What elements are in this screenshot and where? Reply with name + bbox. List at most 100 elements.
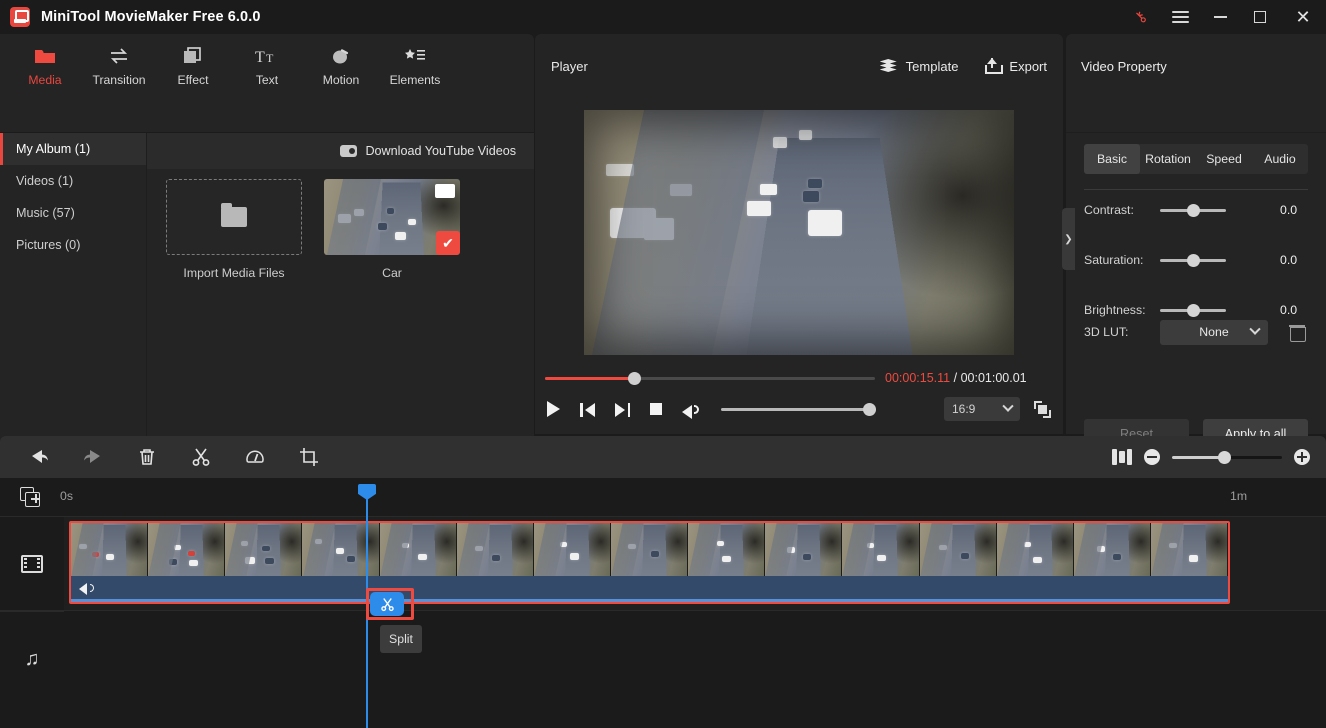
nav-item-text[interactable]: TT Text [230, 37, 304, 95]
nav-item-elements[interactable]: Elements [378, 37, 452, 95]
sidebar-item-videos[interactable]: Videos (1) [0, 165, 146, 197]
sidebar-item-my-album[interactable]: My Album (1) [0, 133, 146, 165]
main-nav: Media Transition Effect TT Text Motion E… [0, 34, 534, 98]
layers-icon [879, 59, 897, 73]
nav-item-motion[interactable]: Motion [304, 37, 378, 95]
nav-label: Text [255, 72, 279, 87]
add-media-icon[interactable] [20, 487, 42, 507]
tile-caption: Car [382, 266, 402, 280]
svg-text:T: T [255, 49, 265, 65]
volume-knob[interactable] [863, 402, 876, 416]
youtube-icon [340, 145, 358, 157]
download-label: Download YouTube Videos [365, 144, 516, 158]
volume-slider[interactable] [721, 402, 876, 416]
timeline-ruler[interactable]: 0s 1m [0, 478, 1326, 516]
nav-label: Elements [389, 72, 441, 87]
split-button[interactable] [370, 592, 404, 616]
lut-select[interactable]: None [1160, 319, 1268, 345]
total-time: 00:01:00.01 [960, 371, 1027, 385]
album-list: My Album (1) Videos (1) Music (57) Pictu… [0, 133, 147, 468]
maximize-button[interactable] [1240, 0, 1280, 34]
volume-button[interactable] [682, 402, 699, 419]
minimize-button[interactable] [1200, 0, 1240, 34]
sidebar-item-pictures[interactable]: Pictures (0) [0, 229, 146, 261]
slider-knob[interactable] [1187, 203, 1200, 217]
close-button[interactable]: ✕ [1280, 0, 1326, 34]
music-note-icon: ♫ [24, 648, 40, 670]
template-button[interactable]: Template [879, 58, 959, 74]
delete-icon[interactable] [120, 436, 174, 478]
play-button[interactable] [547, 401, 560, 417]
divider [1066, 132, 1326, 133]
media-panel: Media Transition Effect TT Text Motion E… [0, 34, 534, 468]
video-preview[interactable] [584, 110, 1014, 355]
trash-icon[interactable] [1289, 324, 1306, 342]
property-tabs: Basic Rotation Speed Audio [1084, 144, 1308, 174]
import-media-tile[interactable]: Import Media Files [166, 179, 302, 280]
tooltip-label: Split [389, 632, 413, 646]
crop-icon[interactable] [282, 436, 336, 478]
saturation-label: Saturation: [1084, 253, 1144, 267]
undo-icon[interactable] [12, 436, 66, 478]
lut-value: None [1199, 325, 1229, 339]
nav-item-media[interactable]: Media [8, 37, 82, 95]
aspect-ratio-select[interactable]: 16:9 [944, 397, 1020, 421]
tab-audio[interactable]: Audio [1252, 144, 1308, 174]
slider-knob[interactable] [1187, 253, 1200, 267]
saturation-slider[interactable] [1160, 253, 1226, 267]
download-youtube-videos-button[interactable]: Download YouTube Videos [147, 133, 534, 169]
tab-basic[interactable]: Basic [1084, 144, 1140, 174]
media-tile-car[interactable]: ✔ Car [324, 179, 460, 280]
stop-button[interactable] [650, 403, 662, 415]
player-title: Player [551, 58, 588, 74]
audio-track-header[interactable]: ♫ [0, 611, 64, 706]
video-track-header[interactable] [0, 516, 64, 611]
sidebar-item-music[interactable]: Music (57) [0, 197, 146, 229]
nav-item-effect[interactable]: Effect [156, 37, 230, 95]
edit-toolbar [0, 436, 1326, 478]
divider [1084, 189, 1308, 190]
audio-track-lane[interactable] [64, 611, 1326, 706]
split-view-icon[interactable] [1112, 449, 1132, 465]
tab-label: Speed [1206, 152, 1242, 166]
lut-label: 3D LUT: [1084, 325, 1129, 339]
split-scissors-icon[interactable] [174, 436, 228, 478]
window-controls: ⚷ ✕ [1120, 0, 1326, 34]
zoom-out-button[interactable] [1144, 449, 1160, 465]
redo-icon[interactable] [66, 436, 120, 478]
progress-knob[interactable] [628, 371, 641, 385]
media-thumbnail[interactable]: ✔ [324, 179, 460, 255]
nav-item-transition[interactable]: Transition [82, 37, 156, 95]
timeline-clip[interactable] [69, 521, 1230, 604]
speed-icon[interactable] [228, 436, 282, 478]
clip-frame [71, 523, 149, 576]
app-logo-icon [10, 7, 30, 27]
next-frame-button[interactable] [615, 402, 630, 417]
collapse-panel-button[interactable]: ❯ [1062, 208, 1075, 270]
zoom-slider[interactable] [1172, 450, 1282, 464]
export-button[interactable]: Export [984, 58, 1047, 74]
playback-progress-slider[interactable] [545, 371, 875, 385]
tab-label: Basic [1096, 152, 1128, 166]
media-grid: Import Media Files ✔ Car [147, 169, 534, 468]
contrast-slider[interactable] [1160, 203, 1226, 217]
video-track-lane[interactable] [64, 516, 1326, 611]
tab-label: Rotation [1145, 152, 1191, 166]
import-dropzone[interactable] [166, 179, 302, 255]
template-label: Template [905, 58, 959, 74]
clip-mute-icon[interactable] [79, 582, 94, 595]
svg-text:T: T [266, 51, 274, 65]
fullscreen-icon[interactable] [1034, 400, 1051, 418]
saturation-row: Saturation: 0.0 [1084, 249, 1314, 271]
time-separator: / [953, 371, 958, 385]
key-icon[interactable]: ⚷ [1120, 0, 1160, 34]
tab-speed[interactable]: Speed [1196, 144, 1252, 174]
clip-audio-bar[interactable] [71, 576, 1228, 602]
menu-icon[interactable] [1160, 0, 1200, 34]
zoom-in-button[interactable] [1294, 449, 1310, 465]
tab-rotation[interactable]: Rotation [1140, 144, 1196, 174]
app-title: MiniTool MovieMaker Free 6.0.0 [41, 9, 261, 25]
previous-frame-button[interactable] [580, 402, 595, 417]
clip-frame [765, 523, 843, 576]
zoom-knob[interactable] [1218, 450, 1231, 464]
